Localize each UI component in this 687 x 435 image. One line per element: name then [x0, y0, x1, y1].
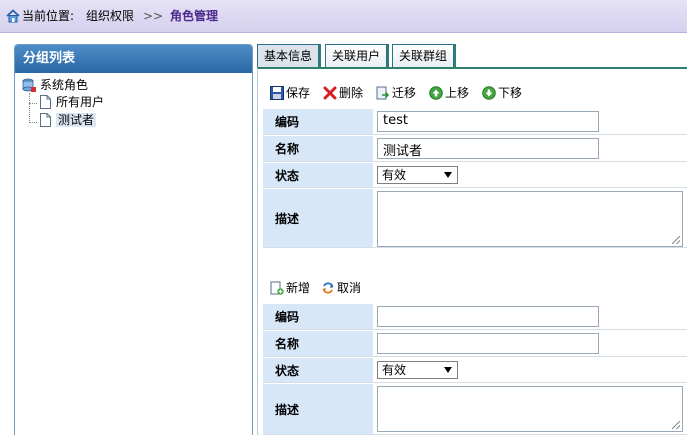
tree-connector — [29, 93, 30, 123]
form-row-code: 编码 test — [263, 109, 687, 135]
save-label: 保存 — [286, 86, 311, 100]
tree-node-all-users[interactable]: 所有用户 — [36, 93, 104, 111]
form-row-name: 名称 测试者 — [263, 136, 687, 162]
document-icon — [40, 95, 51, 109]
cancel-button[interactable]: 取消 — [321, 279, 361, 297]
status-select[interactable]: 有效 — [377, 166, 458, 184]
new-code-input[interactable] — [377, 306, 599, 327]
document-icon — [40, 113, 51, 127]
green-up-arrow-icon — [429, 86, 443, 100]
tab-basic-info[interactable]: 基本信息 — [257, 44, 319, 68]
add-button[interactable]: 新增 — [270, 279, 310, 297]
add-label: 新增 — [286, 281, 311, 295]
name-input[interactable]: 测试者 — [377, 138, 599, 159]
floppy-disk-icon — [270, 86, 284, 100]
status-select-value: 有效 — [382, 168, 407, 182]
resize-grip-icon[interactable] — [672, 236, 680, 244]
breadcrumb-separator: >> — [143, 9, 164, 23]
new-status-label: 状态 — [263, 358, 373, 382]
form-row-status: 状态 有效 — [263, 358, 687, 383]
move-down-label: 下移 — [498, 86, 523, 100]
breadcrumb-prefix: 当前位置: — [22, 9, 75, 23]
cancel-label: 取消 — [337, 281, 362, 295]
tree-item-label-selected: 测试者 — [56, 113, 97, 127]
form-row-status: 状态 有效 — [263, 163, 687, 188]
tree-node-tester[interactable]: 测试者 — [36, 111, 104, 129]
tree-connector — [29, 122, 37, 123]
breadcrumb-section[interactable]: 组织权限 — [86, 9, 134, 24]
new-name-label: 名称 — [263, 331, 373, 356]
tree-root-label: 系统角色 — [40, 78, 89, 92]
form-row-description: 描述 — [263, 384, 687, 435]
form-row-name: 名称 — [263, 331, 687, 357]
tab-related-users[interactable]: 关联用户 — [325, 44, 387, 68]
name-label: 名称 — [263, 136, 373, 161]
new-status-select[interactable]: 有效 — [377, 361, 458, 379]
breadcrumb-current: 角色管理 — [170, 9, 219, 23]
code-label: 编码 — [263, 109, 373, 134]
move-document-icon — [376, 86, 390, 100]
home-icon — [6, 9, 20, 23]
description-label: 描述 — [263, 189, 373, 247]
delete-button[interactable]: 删除 — [323, 84, 363, 102]
status-label: 状态 — [263, 163, 373, 187]
tab-related-groups[interactable]: 关联群组 — [392, 44, 454, 68]
dropdown-arrow-icon — [444, 367, 452, 373]
new-description-label: 描述 — [263, 384, 373, 434]
add-toolbar: 新增 取消 — [268, 279, 408, 297]
database-icon — [22, 78, 36, 92]
breadcrumb-bar: 当前位置: 组织权限 >> 角色管理 — [0, 0, 687, 33]
edit-toolbar: 保存 删除 迁移 上移 下移 — [268, 84, 568, 102]
form-row-code: 编码 — [263, 304, 687, 330]
new-status-select-value: 有效 — [382, 363, 407, 377]
move-up-button[interactable]: 上移 — [429, 84, 469, 102]
move-down-button[interactable]: 下移 — [482, 84, 522, 102]
group-list-title: 分组列表 — [15, 45, 252, 73]
dropdown-arrow-icon — [444, 172, 452, 178]
code-input[interactable]: test — [377, 111, 599, 132]
refresh-cancel-icon — [322, 282, 334, 294]
add-document-icon — [270, 281, 284, 295]
new-name-input[interactable] — [377, 333, 599, 354]
resize-grip-icon[interactable] — [672, 421, 680, 429]
description-textarea[interactable] — [377, 191, 683, 247]
move-button[interactable]: 迁移 — [376, 84, 416, 102]
new-description-textarea[interactable] — [377, 386, 683, 432]
red-x-icon — [323, 86, 337, 100]
move-up-label: 上移 — [445, 86, 470, 100]
form-row-description: 描述 — [263, 189, 687, 248]
delete-label: 删除 — [339, 86, 364, 100]
tree-node-root[interactable]: 系统角色 — [22, 77, 104, 93]
tree-item-label: 所有用户 — [56, 95, 105, 109]
green-down-arrow-icon — [482, 86, 496, 100]
detail-tabs: 基本信息 关联用户 关联群组 — [257, 44, 687, 68]
new-code-label: 编码 — [263, 304, 373, 329]
tree-connector — [29, 103, 37, 104]
save-button[interactable]: 保存 — [270, 84, 310, 102]
move-label: 迁移 — [392, 86, 417, 100]
